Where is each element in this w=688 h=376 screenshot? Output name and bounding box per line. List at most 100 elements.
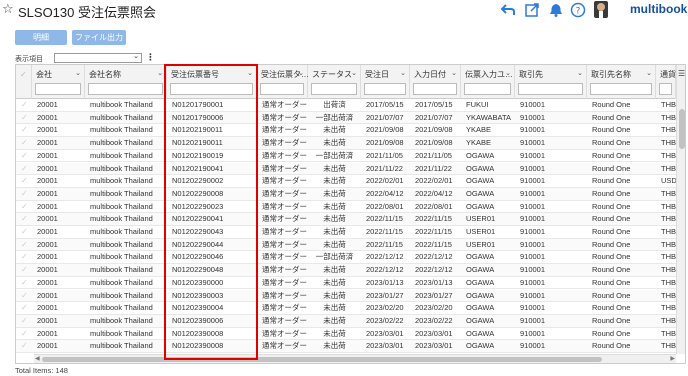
row-checkbox[interactable]: ✓ bbox=[16, 251, 32, 264]
column-header-customer[interactable]: 取引先 ⌄ bbox=[515, 65, 587, 99]
cell-order-number: N01202290023 bbox=[172, 201, 224, 211]
sort-icon[interactable]: ⌄ bbox=[451, 69, 457, 77]
row-checkbox[interactable]: ✓ bbox=[16, 175, 32, 188]
column-header-input-date[interactable]: 入力日付 ⌄ bbox=[410, 65, 461, 99]
column-filter-input[interactable] bbox=[464, 83, 511, 95]
scroll-left-icon[interactable]: ◀ bbox=[35, 355, 40, 362]
table-row[interactable]: ✓ 20001 multibook Thailand N01202390006 通常オー… bbox=[16, 314, 676, 328]
column-filter-input[interactable] bbox=[413, 83, 457, 95]
help-icon[interactable]: ? bbox=[570, 2, 586, 18]
row-checkbox[interactable]: ✓ bbox=[16, 188, 32, 201]
column-filter-input[interactable] bbox=[88, 83, 163, 95]
column-filter-input[interactable] bbox=[659, 83, 672, 95]
scroll-right-icon[interactable]: ▶ bbox=[670, 355, 675, 362]
sort-icon[interactable]: ⌄ bbox=[646, 69, 652, 77]
table-row[interactable]: ✓ 20001 multibook Thailand N01202290044 通常オー… bbox=[16, 238, 676, 252]
select-all-checkbox[interactable]: ✓ bbox=[20, 70, 27, 79]
horizontal-scroll-thumb[interactable] bbox=[42, 357, 602, 362]
sort-icon[interactable]: ⌄ bbox=[351, 69, 357, 77]
row-checkbox[interactable]: ✓ bbox=[16, 213, 32, 226]
table-row[interactable]: ✓ 20001 multibook Thailand N01202290008 通常オー… bbox=[16, 187, 676, 201]
table-row[interactable]: ✓ 20001 multibook Thailand N01202190019 通常オー… bbox=[16, 150, 676, 163]
row-checkbox[interactable]: ✓ bbox=[16, 315, 32, 328]
table-row[interactable]: ✓ 20001 multibook Thailand N01202190011 通常オー… bbox=[16, 137, 676, 150]
row-checkbox[interactable]: ✓ bbox=[16, 124, 32, 137]
row-checkbox[interactable]: ✓ bbox=[16, 112, 32, 125]
table-row[interactable]: ✓ 20001 multibook Thailand N01202190041 通常オー… bbox=[16, 162, 676, 176]
row-checkbox[interactable]: ✓ bbox=[16, 201, 32, 214]
export-icon[interactable] bbox=[524, 2, 540, 18]
column-header-select[interactable]: ✓ bbox=[16, 65, 32, 99]
detail-button[interactable]: 明細 bbox=[15, 30, 67, 45]
bell-icon[interactable] bbox=[548, 2, 564, 18]
row-checkbox[interactable]: ✓ bbox=[16, 328, 32, 341]
cell-order-number: N01202190011 bbox=[172, 125, 223, 135]
column-header-company-name[interactable]: 会社名称 ⌄ bbox=[85, 65, 167, 99]
row-checkbox[interactable]: ✓ bbox=[16, 163, 32, 176]
column-filter-input[interactable] bbox=[260, 83, 304, 95]
table-row[interactable]: ✓ 20001 multibook Thailand N01201790006 通常オー… bbox=[16, 111, 676, 125]
display-items-select[interactable]: ⌄ bbox=[54, 53, 142, 63]
kebab-menu-icon[interactable]: ⋮ bbox=[146, 52, 155, 63]
horizontal-scrollbar[interactable]: ◀ ▶ bbox=[34, 354, 676, 363]
table-row[interactable]: ✓ 20001 multibook Thailand N01202390003 通常オー… bbox=[16, 289, 676, 303]
column-filter-input[interactable] bbox=[590, 83, 652, 95]
column-header-order-date[interactable]: 受注日 ⌄ bbox=[361, 65, 410, 99]
vertical-scroll-thumb[interactable] bbox=[679, 109, 685, 149]
column-filter-input[interactable] bbox=[364, 83, 406, 95]
row-checkbox[interactable]: ✓ bbox=[16, 137, 32, 150]
star-icon[interactable]: ☆ bbox=[2, 1, 14, 17]
column-filter-input[interactable] bbox=[311, 83, 357, 95]
vertical-scrollbar[interactable]: ☰ bbox=[676, 65, 685, 354]
table-row[interactable]: ✓ 20001 multibook Thailand N01201790001 通常オー… bbox=[16, 99, 676, 112]
table-row[interactable]: ✓ 20001 multibook Thailand N01202290002 通常オー… bbox=[16, 175, 676, 188]
sort-icon[interactable]: ⌄ bbox=[505, 69, 511, 77]
sort-icon[interactable]: ⌄ bbox=[157, 69, 163, 77]
column-header-customer-name[interactable]: 取引先名称 ⌄ bbox=[587, 65, 656, 99]
column-filter-input[interactable] bbox=[518, 83, 583, 95]
user-avatar[interactable] bbox=[594, 1, 608, 18]
cell-order-type: 通常オーダー bbox=[262, 315, 307, 325]
cell-customer: 910001 bbox=[520, 239, 546, 249]
table-row[interactable]: ✓ 20001 multibook Thailand N01202190011 通常オー… bbox=[16, 124, 676, 138]
row-checkbox[interactable]: ✓ bbox=[16, 226, 32, 239]
column-filter-input[interactable] bbox=[170, 83, 253, 95]
sort-icon[interactable]: ⌄ bbox=[577, 69, 583, 77]
column-header-order-type[interactable]: 受注伝票タ… ⌄ bbox=[257, 65, 309, 99]
column-label: 受注日 bbox=[365, 70, 389, 79]
row-checkbox[interactable]: ✓ bbox=[16, 302, 32, 315]
column-header-status[interactable]: ステータス ⌄ bbox=[308, 65, 361, 99]
sort-icon[interactable]: ⌄ bbox=[247, 69, 253, 77]
row-checkbox[interactable]: ✓ bbox=[16, 340, 32, 353]
row-checkbox[interactable]: ✓ bbox=[16, 264, 32, 277]
cell-company: 20001 bbox=[37, 100, 58, 109]
table-row[interactable]: ✓ 20001 multibook Thailand N01202290043 通常オー… bbox=[16, 226, 676, 239]
table-row[interactable]: ✓ 20001 multibook Thailand N01202290023 通常オー… bbox=[16, 201, 676, 214]
table-row[interactable]: ✓ 20001 multibook Thailand N01202390008 通常オー… bbox=[16, 340, 676, 353]
row-checkbox[interactable]: ✓ bbox=[16, 277, 32, 290]
column-filter-input[interactable] bbox=[35, 83, 81, 95]
column-header-input-user[interactable]: 伝票入力ユ… ⌄ bbox=[461, 65, 515, 99]
cell-customer: 910001 bbox=[520, 188, 546, 198]
table-row[interactable]: ✓ 20001 multibook Thailand N01202290046 通常オー… bbox=[16, 251, 676, 265]
grid-body: ✓ 20001 multibook Thailand N01201790001 通常オー… bbox=[16, 99, 676, 354]
column-menu-icon[interactable]: ☰ bbox=[678, 69, 685, 78]
table-row[interactable]: ✓ 20001 multibook Thailand N01202290048 通常オー… bbox=[16, 264, 676, 277]
file-output-button[interactable]: ファイル出力 bbox=[72, 30, 126, 45]
sort-icon[interactable]: ⌄ bbox=[75, 69, 81, 77]
row-checkbox[interactable]: ✓ bbox=[16, 239, 32, 252]
table-row[interactable]: ✓ 20001 multibook Thailand N01202390004 通常オー… bbox=[16, 302, 676, 315]
cell-input-user: YKABE bbox=[466, 138, 492, 148]
row-checkbox[interactable]: ✓ bbox=[16, 150, 32, 163]
row-checkbox[interactable]: ✓ bbox=[16, 290, 32, 303]
column-header-company[interactable]: 会社 ⌄ bbox=[32, 65, 85, 99]
table-row[interactable]: ✓ 20001 multibook Thailand N01202290041 通常オー… bbox=[16, 213, 676, 226]
table-row[interactable]: ✓ 20001 multibook Thailand N01202390000 通常オー… bbox=[16, 277, 676, 290]
back-arrow-icon[interactable] bbox=[500, 2, 516, 18]
column-header-currency[interactable]: 通貨 bbox=[656, 65, 676, 99]
column-header-order-number[interactable]: 受注伝票番号 ⌄ bbox=[167, 65, 257, 99]
sort-icon[interactable]: ⌄ bbox=[400, 69, 406, 77]
row-checkbox[interactable]: ✓ bbox=[16, 99, 32, 112]
table-row[interactable]: ✓ 20001 multibook Thailand N01202390008 通常オー… bbox=[16, 328, 676, 341]
sort-icon[interactable]: ⌄ bbox=[298, 69, 304, 77]
